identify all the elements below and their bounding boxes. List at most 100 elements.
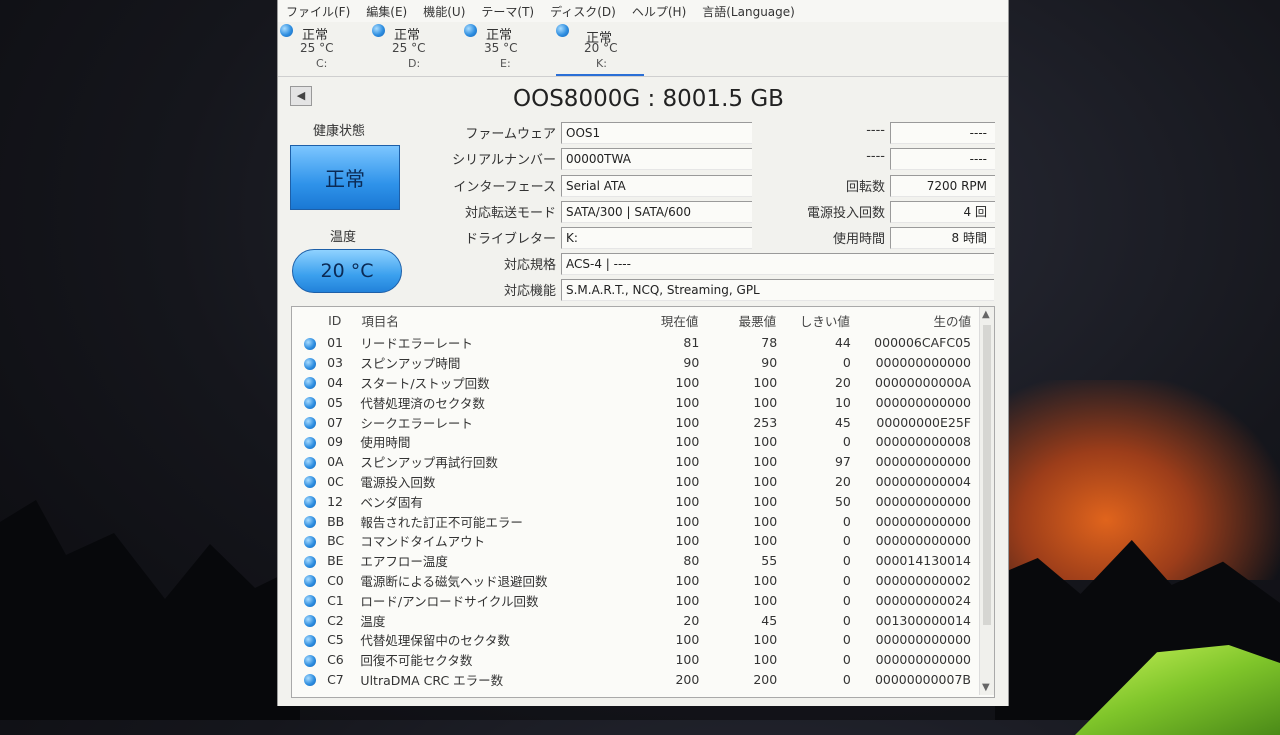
attribute-threshold: 20 xyxy=(834,473,851,489)
scroll-down-icon[interactable]: ▼ xyxy=(982,682,990,693)
attribute-raw: 000014130014 xyxy=(875,553,971,569)
attribute-id: BC xyxy=(327,533,345,549)
attribute-id: 03 xyxy=(327,355,343,371)
power-hours-field: 8 時間 xyxy=(890,227,995,249)
menu-disk[interactable]: ディスク(D) xyxy=(550,3,616,20)
table-scrollbar[interactable]: ▲ ▼ xyxy=(979,307,994,695)
table-row[interactable]: 03 スピンアップ時間 90 90 0 000000000000 xyxy=(292,353,977,373)
attribute-current: 100 xyxy=(675,592,700,608)
table-row[interactable]: C7 UltraDMA CRC エラー数 200 200 0 00000000007B xyxy=(292,670,977,690)
serial-field: 00000TWA xyxy=(561,148,752,170)
attribute-id: 01 xyxy=(327,335,343,351)
status-dot-icon xyxy=(464,24,477,37)
menu-language[interactable]: 言語(Language) xyxy=(702,3,795,20)
attribute-current: 100 xyxy=(675,454,700,470)
header-threshold[interactable]: しきい値 xyxy=(777,307,851,333)
table-row[interactable]: 12 ベンダ固有 100 100 50 000000000000 xyxy=(292,491,977,511)
table-row[interactable]: 0C 電源投入回数 100 100 20 000000000004 xyxy=(292,472,977,492)
header-current[interactable]: 現在値 xyxy=(629,307,699,333)
menu-theme[interactable]: テーマ(T) xyxy=(481,3,534,20)
attribute-worst: 100 xyxy=(753,572,778,588)
status-dot-icon xyxy=(303,516,316,529)
attribute-id: 04 xyxy=(327,374,343,390)
status-dot-icon xyxy=(303,436,316,449)
smart-table: ID 項目名 現在値 最悪値 しきい値 生の値 01 リードエラーレート 81 78 4… xyxy=(291,306,995,698)
temperature-value[interactable]: 20 °C xyxy=(292,249,402,293)
table-row[interactable]: 0A スピンアップ再試行回数 100 100 97 000000000000 xyxy=(292,452,977,472)
attribute-name: 代替処理済のセクタ数 xyxy=(360,395,485,411)
attribute-current: 100 xyxy=(675,533,700,549)
status-cell xyxy=(292,511,327,531)
table-row[interactable]: BB 報告された訂正不可能エラー 100 100 0 000000000000 xyxy=(292,511,977,531)
scroll-thumb[interactable] xyxy=(983,325,991,625)
attribute-name: エアフロー温度 xyxy=(360,554,448,570)
attribute-id: 05 xyxy=(327,394,343,410)
attribute-current: 100 xyxy=(675,473,700,489)
attribute-current: 80 xyxy=(683,553,700,569)
attribute-name: 報告された訂正不可能エラー xyxy=(360,514,523,530)
power-count-label: 電源投入回数 xyxy=(806,206,885,221)
attribute-id: 09 xyxy=(327,434,343,450)
attribute-worst: 100 xyxy=(753,394,778,410)
attribute-worst: 45 xyxy=(761,612,778,628)
attribute-threshold: 20 xyxy=(834,374,851,390)
menu-file[interactable]: ファイル(F) xyxy=(286,3,350,20)
attribute-worst: 90 xyxy=(761,355,778,371)
attribute-id: 0A xyxy=(327,454,344,470)
menu-help[interactable]: ヘルプ(H) xyxy=(632,3,686,20)
table-row[interactable]: C6 回復不可能セクタ数 100 100 0 000000000000 xyxy=(292,650,977,670)
table-row[interactable]: C2 温度 20 45 0 001300000014 xyxy=(292,610,977,630)
health-status-button[interactable]: 正常 xyxy=(290,145,400,210)
attribute-current: 100 xyxy=(675,394,700,410)
header-worst[interactable]: 最悪値 xyxy=(699,307,777,333)
table-row[interactable]: BE エアフロー温度 80 55 0 000014130014 xyxy=(292,551,977,571)
attribute-worst: 100 xyxy=(753,592,778,608)
model-title: OOS8000G : 8001.5 GB xyxy=(513,86,784,112)
attribute-name: 使用時間 xyxy=(360,435,411,451)
disk-tab-e[interactable]: 正常 35 °C E: xyxy=(464,24,544,74)
attribute-threshold: 0 xyxy=(842,671,851,687)
status-cell xyxy=(292,650,327,670)
table-row[interactable]: 01 リードエラーレート 81 78 44 000006CAFC05 xyxy=(292,333,977,353)
interface-label: インターフェース xyxy=(453,180,556,195)
table-row[interactable]: BC コマンドタイムアウト 100 100 0 000000000000 xyxy=(292,531,977,551)
status-cell xyxy=(292,353,327,373)
disk-tab-k[interactable]: 正常 20 °C K: xyxy=(556,24,644,76)
previous-disk-button[interactable]: ◀ xyxy=(290,86,312,106)
attribute-current: 100 xyxy=(675,572,700,588)
table-row[interactable]: 05 代替処理済のセクタ数 100 100 10 000000000000 xyxy=(292,392,977,412)
smart-table-body: 01 リードエラーレート 81 78 44 000006CAFC05 03 スピンアップ時間 9… xyxy=(292,333,977,689)
table-row[interactable]: 09 使用時間 100 100 0 000000000008 xyxy=(292,432,977,452)
attribute-threshold: 0 xyxy=(842,572,851,588)
disk-tab-d[interactable]: 正常 25 °C D: xyxy=(372,24,452,74)
menu-bar: ファイル(F) 編集(E) 機能(U) テーマ(T) ディスク(D) ヘルプ(H… xyxy=(278,0,1008,22)
status-cell xyxy=(292,472,327,492)
table-row[interactable]: 07 シークエラーレート 100 253 45 00000000E25F xyxy=(292,412,977,432)
attribute-name: 電源投入回数 xyxy=(360,474,436,490)
table-row[interactable]: C5 代替処理保留中のセクタ数 100 100 0 000000000000 xyxy=(292,630,977,650)
attribute-name: スピンアップ再試行回数 xyxy=(360,455,498,471)
header-raw[interactable]: 生の値 xyxy=(851,307,977,333)
attribute-worst: 78 xyxy=(761,335,778,351)
disk-tab-c[interactable]: 正常 25 °C C: xyxy=(280,24,360,74)
header-id[interactable]: ID xyxy=(327,307,360,333)
attribute-id: 12 xyxy=(327,493,343,509)
status-dot-icon xyxy=(372,24,385,37)
attribute-threshold: 0 xyxy=(842,612,851,628)
disk-selector: 正常 25 °C C: 正常 25 °C D: 正常 35 °C E: 正常 2… xyxy=(278,22,1008,77)
table-header-row: ID 項目名 現在値 最悪値 しきい値 生の値 xyxy=(292,307,977,333)
table-row[interactable]: 04 スタート/ストップ回数 100 100 20 00000000000A xyxy=(292,373,977,393)
attribute-name: スピンアップ時間 xyxy=(360,356,461,372)
menu-function[interactable]: 機能(U) xyxy=(423,3,465,20)
power-hours-label: 使用時間 xyxy=(832,232,885,247)
attribute-threshold: 0 xyxy=(842,592,851,608)
status-dot-icon xyxy=(303,674,316,687)
menu-edit[interactable]: 編集(E) xyxy=(366,3,407,20)
status-cell xyxy=(292,670,327,690)
scroll-up-icon[interactable]: ▲ xyxy=(982,309,990,320)
attribute-id: 07 xyxy=(327,414,343,430)
header-name[interactable]: 項目名 xyxy=(360,307,629,333)
table-row[interactable]: C1 ロード/アンロードサイクル回数 100 100 0 000000000024 xyxy=(292,590,977,610)
attribute-id: C7 xyxy=(327,671,344,687)
table-row[interactable]: C0 電源断による磁気ヘッド退避回数 100 100 0 000000000002 xyxy=(292,571,977,591)
